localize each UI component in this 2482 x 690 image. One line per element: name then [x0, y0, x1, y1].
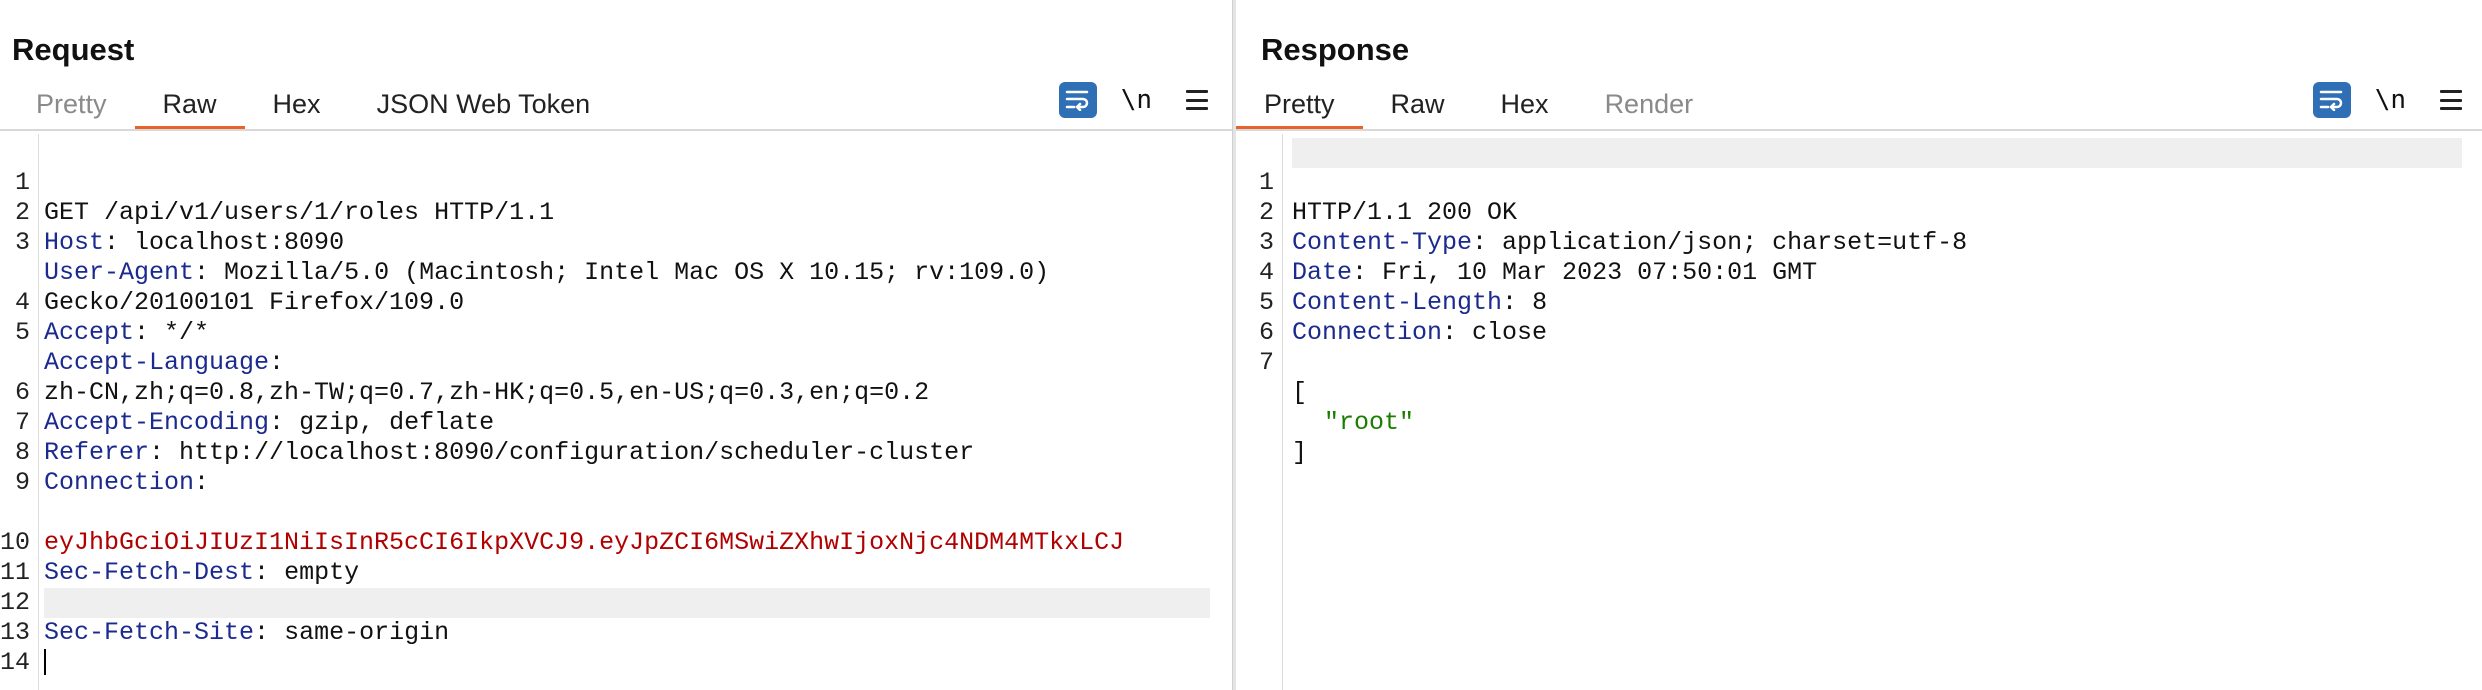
code-line: 8 Connection:	[0, 408, 1232, 497]
code-line: 7 Referer: http://localhost:8090/configu…	[0, 378, 1232, 467]
code-line: 2 Content-Type: application/json; charse…	[1236, 168, 2482, 257]
response-tabs: Pretty Raw Hex Render	[1236, 84, 1721, 130]
code-line: 6	[1236, 288, 2482, 347]
wrap-lines-icon[interactable]	[2312, 82, 2351, 118]
response-tab-raw[interactable]: Raw	[1363, 84, 1473, 130]
response-editor[interactable]: 1 HTTP/1.1 200 OK 2 Content-Type: applic…	[1236, 134, 2482, 690]
code-line: eyJhbGciOiJIUzI1NiIsInR5cCI6IkpXVCJ9.eyJ…	[0, 468, 1232, 557]
code-line: 4 Content-Length: 8	[1236, 228, 2482, 317]
code-line: 7 [	[1236, 318, 2482, 407]
response-tabs-divider	[1236, 129, 2482, 131]
show-newlines-button[interactable]: \n	[2375, 85, 2406, 115]
code-line: 5 Accept-Language:	[0, 288, 1232, 377]
code-line: 1 HTTP/1.1 200 OK	[1236, 138, 2482, 227]
code-line: 14	[0, 618, 1232, 677]
request-tabs-divider	[0, 129, 1232, 131]
code-line: 9	[0, 438, 1232, 497]
code-line: 11 Sec-Fetch-Mode: cors	[0, 528, 1232, 617]
code-line: 3 Date: Fri, 10 Mar 2023 07:50:01 GMT	[1236, 198, 2482, 287]
code-line: 5 Connection: close	[1236, 258, 2482, 347]
request-tab-jwt[interactable]: JSON Web Token	[349, 84, 619, 130]
response-tab-hex[interactable]: Hex	[1473, 84, 1577, 130]
code-line: ]	[1236, 378, 2482, 467]
request-editor[interactable]: 1 GET /api/v1/users/1/roles HTTP/1.1 2 H…	[0, 134, 1232, 690]
code-line: 2 Host: localhost:8090	[0, 168, 1232, 257]
request-pane: Request Pretty Raw Hex JSON Web Token \n…	[0, 0, 1232, 690]
code-line: 4 Accept: */*	[0, 258, 1232, 347]
wrap-lines-icon[interactable]	[1058, 82, 1097, 118]
response-tab-render[interactable]: Render	[1577, 84, 1722, 130]
code-line: 13	[0, 588, 1232, 676]
json-bracket-close: ]	[1292, 438, 1308, 467]
code-line: 1 GET /api/v1/users/1/roles HTTP/1.1	[0, 138, 1232, 227]
request-tools: \n	[1058, 82, 1208, 118]
code-line: 12 Sec-Fetch-Site: same-origin	[0, 588, 450, 647]
response-title: Response	[1261, 32, 1410, 67]
response-pane: Response Pretty Raw Hex Render \n 1 HTTP…	[1236, 0, 2482, 690]
request-tab-pretty[interactable]: Pretty	[8, 84, 135, 130]
menu-icon[interactable]	[2440, 90, 2462, 110]
request-tab-hex[interactable]: Hex	[245, 84, 349, 130]
menu-icon[interactable]	[1186, 90, 1208, 110]
response-tools: \n	[2312, 82, 2462, 118]
response-tab-pretty[interactable]: Pretty	[1236, 84, 1363, 130]
line-number: 14	[0, 648, 31, 677]
request-tab-raw[interactable]: Raw	[134, 84, 245, 130]
show-newlines-button[interactable]: \n	[1121, 85, 1152, 115]
request-title: Request	[12, 32, 135, 67]
request-tabs: Pretty Raw Hex JSON Web Token	[8, 84, 618, 130]
code-line: 10 Sec-Fetch-Dest: empty	[0, 528, 360, 587]
code-line: zh-CN,zh;q=0.8,zh-TW;q=0.7,zh-HK;q=0.5,e…	[0, 318, 1232, 407]
code-line: 6 Accept-Encoding: gzip, deflate	[0, 348, 1232, 437]
code-line: "root"	[1236, 348, 2482, 437]
code-line: Gecko/20100101 Firefox/109.0	[0, 228, 1232, 317]
code-line: 3 User-Agent: Mozilla/5.0 (Macintosh; In…	[0, 198, 1232, 287]
